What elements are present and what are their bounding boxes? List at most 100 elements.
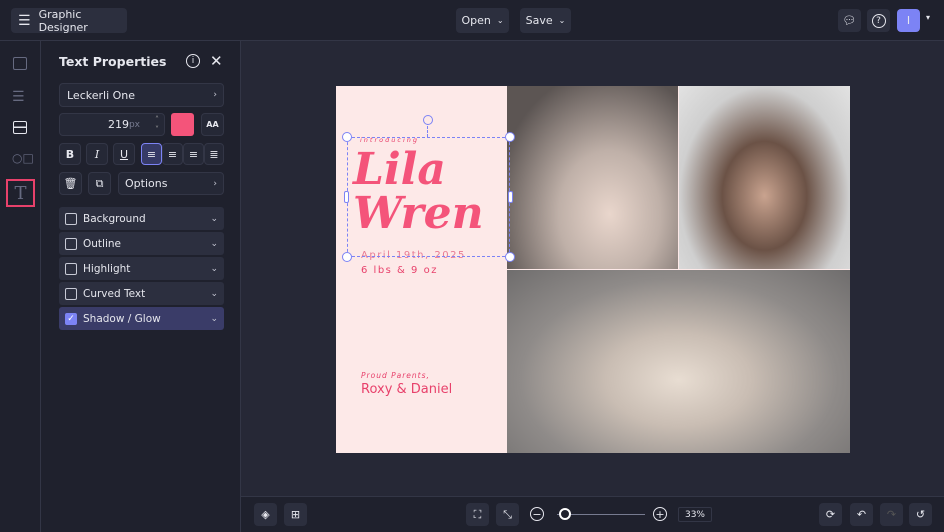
undo-button[interactable]: ↶ <box>850 503 873 526</box>
accordion-background[interactable]: Background ⌄ <box>59 207 224 230</box>
zoom-slider-thumb[interactable] <box>559 508 572 520</box>
font-size-input[interactable]: 219 px ˄ ˅ <box>59 113 165 136</box>
avatar[interactable]: I <box>897 9 920 32</box>
zoom-in-icon[interactable]: + <box>653 507 667 521</box>
underline-icon: U <box>119 147 129 161</box>
adjustments-tool-icon[interactable]: ☰ <box>12 89 25 105</box>
history-button[interactable]: ↺ <box>909 503 932 526</box>
panel-title: Text Properties <box>59 54 167 69</box>
align-center-button[interactable]: ≡ <box>162 143 183 165</box>
expand-icon: ⛶ <box>473 507 482 521</box>
save-button[interactable]: Save ⌄ <box>520 8 571 33</box>
duplicate-icon: ⧉ <box>95 176 104 190</box>
font-size-value: 219 <box>107 118 129 131</box>
resize-handle[interactable] <box>342 252 352 262</box>
checkbox[interactable] <box>65 212 77 225</box>
undo-icon: ↶ <box>856 508 867 521</box>
chevron-down-icon: ⌄ <box>210 313 218 324</box>
layout-tool-icon[interactable] <box>13 121 27 134</box>
help-button[interactable]: ? <box>867 9 890 32</box>
redo-button[interactable]: ↷ <box>880 503 903 526</box>
resize-handle[interactable] <box>342 132 352 142</box>
font-selector[interactable]: Leckerli One › <box>59 83 224 107</box>
shrink-button[interactable]: ⤡ <box>496 503 519 526</box>
accordion-label: Outline <box>83 237 121 250</box>
tool-rail: ☰ ○□ T <box>0 41 41 532</box>
help-icon: ? <box>871 13 886 28</box>
accordion-curved-text[interactable]: Curved Text ⌄ <box>59 282 224 305</box>
parents-names[interactable]: Roxy & Daniel <box>361 382 452 397</box>
resize-handle[interactable] <box>508 191 513 203</box>
align-left-icon: ≡ <box>146 147 157 161</box>
refresh-icon: ⟳ <box>825 508 836 521</box>
accordion-outline[interactable]: Outline ⌄ <box>59 232 224 255</box>
italic-button[interactable]: I <box>86 143 108 165</box>
design-canvas[interactable]: introducing Lila Wren April 19th, 2025 6 … <box>336 86 850 453</box>
zoom-out-icon[interactable]: − <box>530 507 544 521</box>
stepper-icon[interactable]: ˄ ˅ <box>155 115 159 135</box>
shapes-tool-icon[interactable]: ○□ <box>12 151 34 165</box>
shrink-icon: ⤡ <box>503 507 512 521</box>
photo-parents-baby[interactable] <box>679 86 850 269</box>
align-center-icon: ≡ <box>167 147 178 161</box>
layers-button[interactable]: ◈ <box>254 503 277 526</box>
resize-handle[interactable] <box>505 132 515 142</box>
font-name: Leckerli One <box>67 88 136 102</box>
save-label: Save <box>525 14 553 27</box>
selection-box[interactable] <box>347 137 510 257</box>
open-button[interactable]: Open ⌄ <box>456 8 509 33</box>
justify-button[interactable]: ≣ <box>204 143 224 165</box>
chevron-down-icon[interactable]: ▾ <box>926 13 930 22</box>
info-icon[interactable]: i <box>186 54 200 68</box>
align-right-icon: ≡ <box>188 147 199 161</box>
delete-button[interactable]: 🗑︎ <box>59 172 82 195</box>
options-button[interactable]: Options › <box>118 172 224 195</box>
app-menu-button[interactable]: ☰ Graphic Designer <box>11 8 127 34</box>
chevron-right-icon: › <box>213 178 217 189</box>
parents-label[interactable]: Proud Parents, <box>361 371 430 380</box>
chevron-down-icon: ⌄ <box>496 16 504 25</box>
photo-sleeping-baby[interactable] <box>507 270 850 453</box>
checkbox[interactable] <box>65 287 77 300</box>
chevron-right-icon: › <box>213 90 217 100</box>
underline-button[interactable]: U <box>113 143 135 165</box>
accordion-shadow-glow[interactable]: ✓ Shadow / Glow ⌄ <box>59 307 224 330</box>
options-label: Options <box>125 177 168 190</box>
text-tool-icon[interactable]: T <box>6 179 35 207</box>
duplicate-button[interactable]: ⧉ <box>88 172 111 195</box>
font-size-unit: px <box>128 119 140 130</box>
refresh-button[interactable]: ⟳ <box>819 503 842 526</box>
accordion-highlight[interactable]: Highlight ⌄ <box>59 257 224 280</box>
text-properties-panel: Text Properties i ✕ Leckerli One › 219 px ˄… <box>41 41 241 532</box>
birth-weight[interactable]: 6 lbs & 9 oz <box>361 265 438 276</box>
text-color-swatch[interactable] <box>171 113 194 136</box>
checkbox-checked[interactable]: ✓ <box>65 312 77 325</box>
letter-spacing-icon: AA <box>206 120 219 129</box>
fit-screen-button[interactable]: ⛶ <box>466 503 489 526</box>
top-bar: ☰ Graphic Designer Open ⌄ Save ⌄ 💬︎ ? I ▾ <box>0 0 944 41</box>
photo-baby-feet[interactable] <box>507 86 678 269</box>
image-tool-icon[interactable] <box>13 57 27 70</box>
grid-button[interactable]: ⊞ <box>284 503 307 526</box>
checkbox[interactable] <box>65 237 77 250</box>
comments-button[interactable]: 💬︎ <box>838 9 861 32</box>
checkbox[interactable] <box>65 262 77 275</box>
justify-icon: ≣ <box>209 147 219 161</box>
bold-button[interactable]: B <box>59 143 81 165</box>
rotate-handle[interactable] <box>423 115 433 125</box>
letter-spacing-button[interactable]: AA <box>201 113 224 136</box>
bottom-toolbar: ◈ ⊞ ⛶ ⤡ − + 33% ⟳ ↶ ↷ ↺ <box>241 496 944 532</box>
trash-icon: 🗑︎ <box>63 177 78 190</box>
align-right-button[interactable]: ≡ <box>183 143 204 165</box>
hamburger-icon: ☰ <box>18 12 31 29</box>
comment-icon: 💬︎ <box>842 14 857 27</box>
history-icon: ↺ <box>915 508 926 521</box>
open-label: Open <box>461 14 491 27</box>
redo-icon: ↷ <box>886 508 897 521</box>
resize-handle[interactable] <box>344 191 349 203</box>
accordion-label: Shadow / Glow <box>83 312 161 325</box>
close-icon[interactable]: ✕ <box>210 52 223 70</box>
zoom-value[interactable]: 33% <box>678 507 712 522</box>
resize-handle[interactable] <box>505 252 515 262</box>
align-left-button[interactable]: ≡ <box>141 143 162 165</box>
